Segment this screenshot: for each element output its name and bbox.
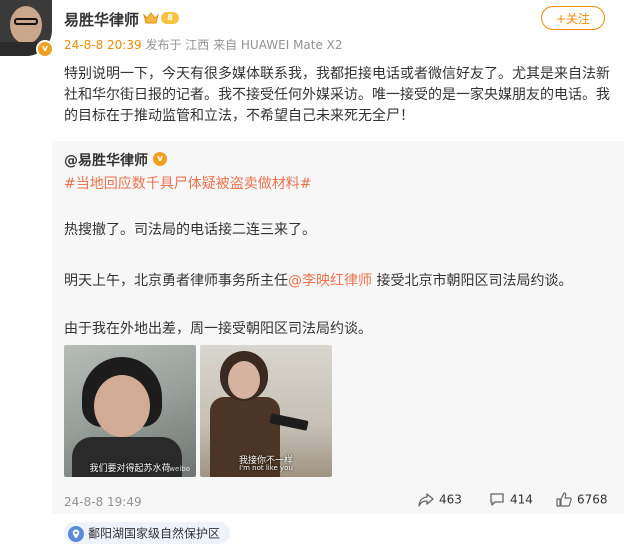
author-name[interactable]: 易胜华律师 [64,9,139,30]
hashtag-link[interactable]: #当地回应数千具尸体疑被盗卖做材料# [64,173,311,193]
repost-action[interactable]: 463 [418,492,462,510]
mention-link[interactable]: @李映红律师 [288,273,372,289]
device-source: 来自 HUAWEI Mate X2 [213,38,343,52]
weibo-post: v 易胜华律师 8 24-8-8 20:39 发布于 江西 来自 HUAWEI … [0,0,624,557]
publish-location: 发布于 江西 [145,38,210,52]
avatar-glasses [14,18,38,25]
avatar-face [10,6,42,44]
image-figure-face [228,361,260,399]
repost-line-2: 明天上午，北京勇者律师事务所主任@李映红律师 接受北京市朝阳区司法局约谈。 [64,270,572,290]
repost-author[interactable]: @易胜华律师 [64,150,148,170]
repost-line-3: 由于我在外地出差，周一接受朝阳区司法局约谈。 [64,321,372,337]
image-figure-face [94,375,150,437]
repost-count: 463 [439,492,462,507]
image-2-subtitle-en: I'm not like you [239,464,293,472]
share-icon [418,492,434,507]
comment-action[interactable]: 414 [489,492,533,510]
like-action[interactable]: 6768 [556,492,608,510]
location-pin-icon [68,525,84,542]
location-tag[interactable]: 鄱阳湖国家级自然保护区 [64,522,231,544]
post-body: 特别说明一下，今天有很多媒体联系我，我都拒接电话或者微信好友了。尤其是来自法新社… [64,66,610,124]
repost-image-1[interactable]: 我们要对得起苏水荷 weibo [64,345,196,477]
repost-time[interactable]: 24-8-8 19:49 [64,495,142,509]
repost-verified-icon: v [153,152,167,166]
comment-count: 414 [510,492,533,507]
like-count: 6768 [577,492,608,507]
repost-line-1: 热搜撤了。司法局的电话接二连三来了。 [64,222,316,238]
level-badge: 8 [161,12,179,24]
crown-icon [143,12,159,24]
follow-button[interactable]: +关注 [541,6,605,30]
location-name: 鄱阳湖国家级自然保护区 [88,526,221,541]
image-watermark: weibo [169,465,190,473]
repost-line-2-suffix: 接受北京市朝阳区司法局约谈。 [372,273,573,289]
repost-image-2[interactable]: 我接你不一样 I'm not like you [200,345,332,477]
verified-icon: v [36,40,54,58]
repost-line-2-prefix: 明天上午，北京勇者律师事务所主任 [64,273,288,289]
post-meta: 24-8-8 20:39 发布于 江西 来自 HUAWEI Mate X2 [64,36,343,53]
comment-icon [490,493,504,506]
post-time[interactable]: 24-8-8 20:39 [64,38,142,52]
like-icon [556,492,572,507]
